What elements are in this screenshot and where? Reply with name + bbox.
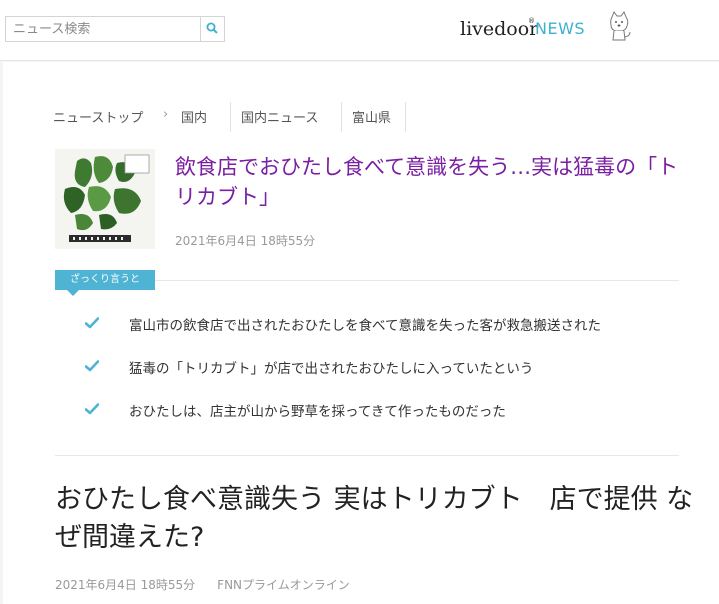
site-header: livedoor ® NEWS — [0, 0, 719, 61]
wild-greens-photo-icon — [55, 149, 155, 249]
search-input[interactable] — [6, 17, 202, 41]
story-date: 2021年6月4日 18時55分 — [55, 578, 196, 592]
summary-item: 富山市の飲食店で出されたおひたしを食べて意識を失った客が救急搬送された — [83, 314, 693, 357]
search-icon — [206, 22, 218, 34]
logo-news-text: NEWS — [535, 19, 586, 38]
story-title: おひたし食べ意識失う 実はトリカブト 店で提供 なぜ間違えた? — [55, 484, 694, 553]
dog-mascot-icon — [610, 10, 631, 41]
summary-item-text: 富山市の飲食店で出されたおひたしを食べて意識を失った客が救急搬送された — [129, 318, 601, 334]
breadcrumb-toyama[interactable]: 富山県 — [352, 107, 391, 126]
summary-item: 猛毒の「トリカブト」が店で出されたおひたしに入っていたという — [83, 357, 693, 400]
breadcrumb-news-top[interactable]: ニューストップ — [53, 107, 143, 126]
logo-wordmark: livedoor — [460, 18, 539, 40]
breadcrumb-domestic-news[interactable]: 国内ニュース — [241, 107, 318, 126]
search-button[interactable] — [200, 17, 224, 41]
article-headline[interactable]: 飲食店でおひたし食べて意識を失う…実は猛毒の「トリカブト」 — [175, 152, 685, 212]
breadcrumb-divider — [341, 102, 342, 132]
section-divider — [55, 455, 679, 456]
check-icon — [85, 403, 99, 415]
story-meta: 2021年6月4日 18時55分 FNNプライムオンライン — [55, 576, 350, 593]
article-thumbnail[interactable] — [55, 149, 155, 249]
breadcrumb-domestic[interactable]: 国内 — [181, 107, 207, 126]
article-date: 2021年6月4日 18時55分 — [175, 234, 316, 248]
summary-item: おひたしは、店主が山から野草を採ってきて作ったものだった — [83, 400, 693, 443]
summary-item-text: おひたしは、店主が山から野草を採ってきて作ったものだった — [129, 404, 506, 420]
summary-list: 富山市の飲食店で出されたおひたしを食べて意識を失った客が救急搬送された 猛毒の「… — [83, 314, 693, 443]
chevron-right-icon: › — [163, 107, 169, 122]
summary-tag: ざっくり言うと — [55, 270, 155, 296]
breadcrumb-divider — [405, 102, 406, 132]
logo-registered-mark: ® — [528, 17, 535, 25]
breadcrumb-divider — [230, 102, 231, 132]
summary-item-text: 猛毒の「トリカブト」が店で出されたおひたしに入っていたという — [129, 361, 534, 377]
check-icon — [85, 360, 99, 372]
article-card: ニューストップ › 国内 国内ニュース 富山県 飲食店でおひたし食べて意識を失う… — [3, 62, 719, 604]
check-icon — [85, 317, 99, 329]
search-box — [5, 16, 225, 42]
story-source[interactable]: FNNプライムオンライン — [217, 578, 350, 592]
